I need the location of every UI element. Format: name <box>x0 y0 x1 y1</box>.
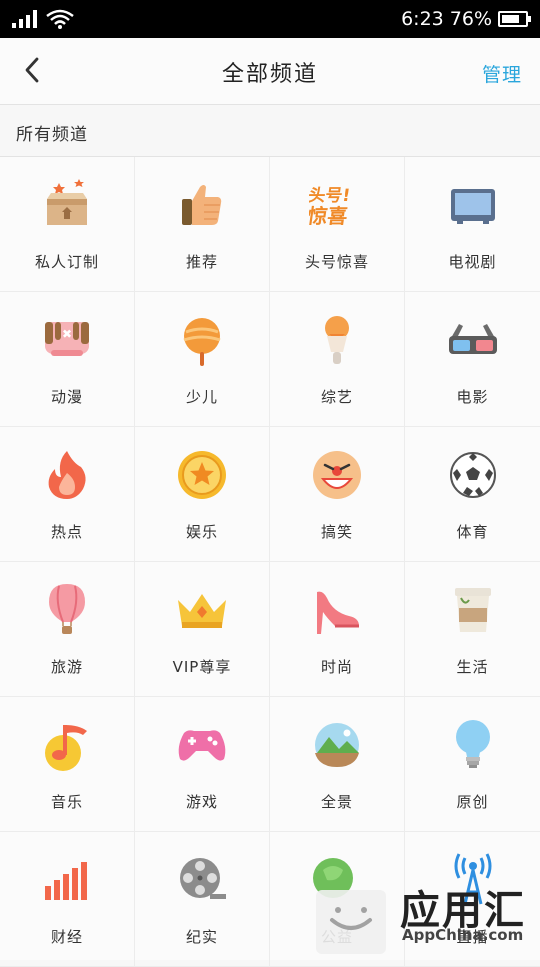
broadcast-icon <box>454 853 491 905</box>
channel-label: 搞笑 <box>320 523 353 541</box>
battery-icon <box>498 11 531 27</box>
channel-item[interactable]: 全景 <box>270 697 405 832</box>
soccer-ball-icon <box>449 452 496 498</box>
channel-item[interactable]: 公益 <box>270 832 405 967</box>
3d-glasses-icon <box>448 324 497 354</box>
channel-item[interactable]: 搞笑 <box>270 427 405 562</box>
cup-icon <box>454 588 491 632</box>
page-title: 全部频道 <box>221 62 318 87</box>
channel-item[interactable]: 直播 <box>405 832 540 967</box>
channel-label: VIP尊享 <box>172 658 232 676</box>
channel-item[interactable]: 游戏 <box>135 697 270 832</box>
channel-label: 少儿 <box>185 388 218 406</box>
channel-item[interactable]: 体育 <box>405 427 540 562</box>
channel-label: 热点 <box>50 523 83 541</box>
channel-item[interactable]: 生活 <box>405 562 540 697</box>
channel-label: 综艺 <box>320 388 353 406</box>
channel-item[interactable]: 头号! 惊喜 头号惊喜 <box>270 157 405 292</box>
thumbs-up-icon <box>182 185 222 225</box>
clown-face-icon <box>313 451 361 499</box>
lollipop-icon <box>183 318 221 366</box>
section-header: 所有频道 <box>0 105 540 157</box>
channel-item[interactable]: 推荐 <box>135 157 270 292</box>
channel-label: 头号惊喜 <box>304 253 369 271</box>
panorama-icon <box>315 723 359 767</box>
channel-item[interactable]: 时尚 <box>270 562 405 697</box>
channel-label: 纪实 <box>185 928 218 946</box>
channel-label: 电视剧 <box>448 253 497 271</box>
channel-label: 娱乐 <box>185 523 218 541</box>
app-bar: 全部频道 管理 <box>0 38 540 105</box>
flame-icon <box>48 451 86 499</box>
channel-label: 旅游 <box>50 658 83 676</box>
svg-text:头号!: 头号! <box>309 186 351 206</box>
manage-button[interactable]: 管理 <box>482 60 522 87</box>
star-coin-icon <box>178 451 226 499</box>
channel-label: 财经 <box>50 928 83 946</box>
hot-air-balloon-icon <box>49 584 85 634</box>
channel-item[interactable]: 热点 <box>0 427 135 562</box>
channel-item[interactable]: 旅游 <box>0 562 135 697</box>
channel-label: 直播 <box>456 928 489 946</box>
channel-item[interactable]: 财经 <box>0 832 135 967</box>
channel-item[interactable]: 纪实 <box>135 832 270 967</box>
channel-item[interactable]: 电视剧 <box>405 157 540 292</box>
music-note-icon <box>45 725 87 771</box>
microphone-icon <box>325 316 349 364</box>
channel-label: 生活 <box>456 658 489 676</box>
channel-item[interactable]: 少儿 <box>135 292 270 427</box>
channel-item[interactable]: 私人订制 <box>0 157 135 292</box>
channel-item[interactable]: VIP尊享 <box>135 562 270 697</box>
channel-label: 推荐 <box>185 253 218 271</box>
channel-label: 私人订制 <box>34 253 99 271</box>
section-title: 所有频道 <box>16 125 88 145</box>
status-bar: 6:23 76% <box>0 0 540 38</box>
channel-label: 音乐 <box>50 793 83 811</box>
gift-box-icon <box>47 179 87 225</box>
svg-text:惊喜: 惊喜 <box>309 204 349 228</box>
channel-item[interactable]: 原创 <box>405 697 540 832</box>
channel-item[interactable]: 电影 <box>405 292 540 427</box>
battery-percent: 76% <box>449 8 492 30</box>
wifi-icon <box>46 9 74 29</box>
channel-item[interactable]: 音乐 <box>0 697 135 832</box>
channel-label: 动漫 <box>50 388 83 406</box>
channel-label: 体育 <box>456 523 489 541</box>
channel-label: 全景 <box>320 793 353 811</box>
anime-mask-icon: ✖ <box>45 322 89 356</box>
high-heel-icon <box>317 591 359 634</box>
film-reel-icon <box>180 858 226 899</box>
bar-chart-icon <box>45 862 87 900</box>
channel-label: 时尚 <box>320 658 353 676</box>
channel-grid: 私人订制 推荐 头号! 惊喜 头号惊喜 电视剧 ✖ 动漫 少儿 综艺 电影 热点… <box>0 157 540 967</box>
svg-text:✖: ✖ <box>62 327 72 341</box>
crown-icon <box>178 594 226 628</box>
green-globe-icon <box>313 858 353 898</box>
channel-item[interactable]: 综艺 <box>270 292 405 427</box>
clock: 6:23 <box>401 8 444 30</box>
signal-icon <box>12 10 37 28</box>
channel-item[interactable]: ✖ 动漫 <box>0 292 135 427</box>
channel-item[interactable]: 娱乐 <box>135 427 270 562</box>
gamepad-icon <box>178 730 226 761</box>
surprise-logo-icon: 头号! 惊喜 <box>309 186 351 228</box>
channel-label: 公益 <box>320 928 353 946</box>
lightbulb-icon <box>455 720 490 768</box>
channel-label: 电影 <box>456 388 489 406</box>
channel-label: 原创 <box>456 793 489 811</box>
channel-label: 游戏 <box>185 793 218 811</box>
tv-icon <box>450 189 495 224</box>
